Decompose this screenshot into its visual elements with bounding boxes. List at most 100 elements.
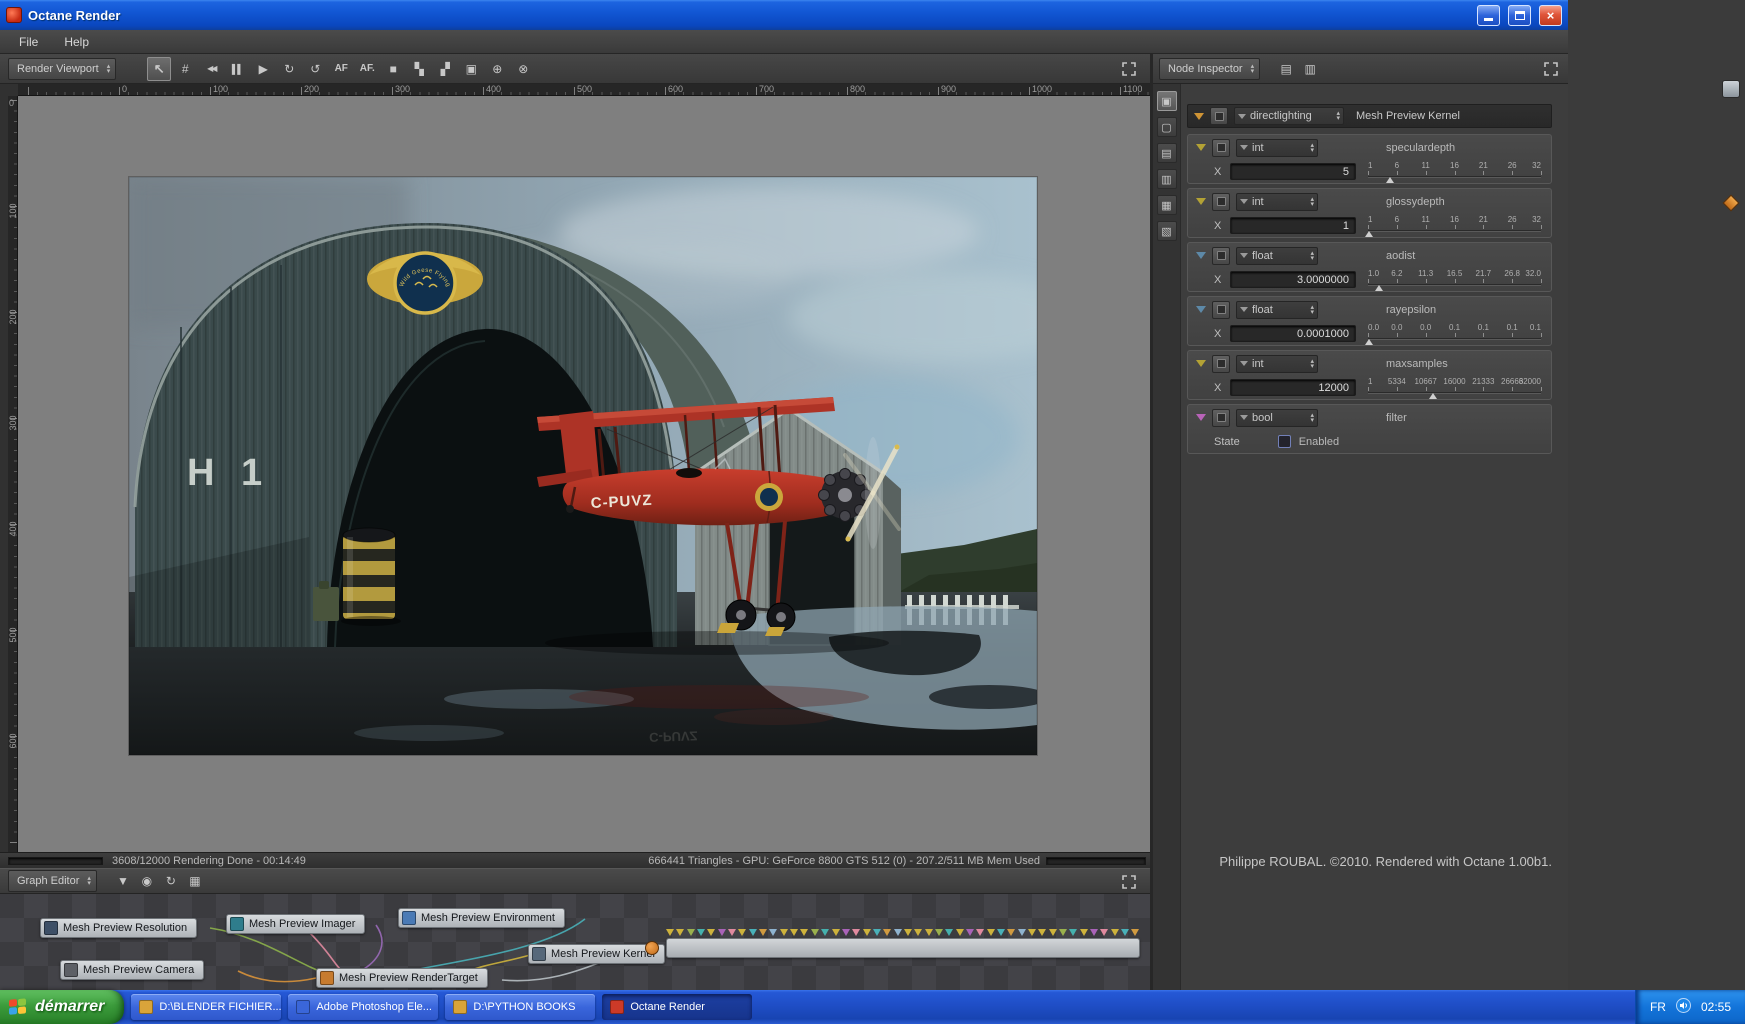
node-pin-icon[interactable] [1121,929,1130,936]
node-inspector-select[interactable]: Node Inspector ▴ ▾ [1159,57,1261,80]
node-pin-icon[interactable] [769,929,778,936]
node-pin-icon[interactable] [903,929,912,936]
orbit-camera-icon[interactable]: ↺ [303,57,327,81]
pin-icon[interactable] [1196,414,1206,421]
pin-icon[interactable] [1196,252,1206,259]
node-pin-icon[interactable] [883,929,892,936]
node-pin-icon[interactable] [1090,929,1099,936]
node-pin-icon[interactable] [748,929,757,936]
node-pin-icon[interactable] [955,929,964,936]
value-slider[interactable]: 1 6 11 16 21 26 32 [1364,214,1542,237]
node-pin-icon[interactable] [1017,929,1026,936]
value-field[interactable]: 12000 [1230,379,1356,396]
node-pin-icon[interactable] [1059,929,1068,936]
node-pin-icon[interactable] [1131,929,1140,936]
node-pin-icon[interactable] [1038,929,1047,936]
fullscreen-icon[interactable] [1118,871,1140,893]
node-pin-icon[interactable] [893,929,902,936]
node-pin-icon[interactable] [1100,929,1109,936]
taskbar-task-python-books[interactable]: D:\PYTHON BOOKS [445,994,596,1020]
node-pin-icon[interactable] [976,929,985,936]
param-node-icon[interactable] [1212,246,1230,265]
node-pin-icon[interactable] [759,929,768,936]
node-pin-icon[interactable] [986,929,995,936]
maximize-button[interactable] [1508,4,1531,26]
minimize-button[interactable] [1477,4,1500,26]
node-pin-icon[interactable] [914,929,923,936]
desktop-shortcut-icon[interactable] [1722,194,1740,212]
node-pin-icon[interactable] [800,929,809,936]
graph-node[interactable]: Mesh Preview Environment [398,908,565,928]
expand-tree-icon[interactable]: ▤ [1275,58,1297,80]
param-node-icon[interactable] [1212,192,1230,211]
film-settings-icon[interactable]: ▥ [1156,169,1177,189]
param-type-select[interactable]: bool ▴ ▾ [1236,408,1318,427]
language-indicator[interactable]: FR [1650,1000,1666,1014]
node-pin-icon[interactable] [841,929,850,936]
node-pin-icon[interactable] [934,929,943,936]
param-node-icon[interactable] [1212,354,1230,373]
param-node-icon[interactable] [1212,408,1230,427]
clock[interactable]: 02:55 [1701,1000,1731,1014]
imager-icon[interactable]: ▧ [1156,221,1177,241]
slider-thumb[interactable] [1364,339,1373,345]
render-viewport-canvas[interactable]: H 1 Wild Geese Flying Circus [18,96,1150,852]
value-slider[interactable]: 1.0 6.2 11.3 16.5 21.7 26.8 32.0 [1368,268,1542,291]
node-pin-icon[interactable] [1007,929,1016,936]
environment-icon[interactable]: ▦ [1156,195,1177,215]
pin-icon[interactable] [1196,198,1206,205]
node-pin-icon[interactable] [676,929,685,936]
autofocus-icon[interactable]: AF [329,57,353,81]
camera-icon[interactable]: ▢ [1156,117,1177,137]
param-node-icon[interactable] [1212,138,1230,157]
graph-node[interactable]: Mesh Preview Resolution [40,918,198,938]
region-grid-icon[interactable]: # [173,57,197,81]
param-type-select[interactable]: int ▴ ▾ [1236,138,1318,157]
node-pin-icon[interactable] [717,929,726,936]
param-type-select[interactable]: float ▴ ▾ [1236,246,1318,265]
graph-node[interactable]: Mesh Preview RenderTarget [316,968,488,988]
kernel-type-select[interactable]: directlighting ▴ ▾ [1234,107,1344,125]
value-field[interactable]: 3.0000000 [1230,271,1356,288]
taskbar-task-blender[interactable]: D:\BLENDER FICHIER... [131,994,282,1020]
param-type-select[interactable]: int ▴ ▾ [1236,354,1318,373]
pin-icon[interactable] [1196,360,1206,367]
node-pin-icon[interactable] [862,929,871,936]
node-pin-icon[interactable] [686,929,695,936]
relayout-graph-icon[interactable]: ↻ [160,870,182,892]
split-view-icon[interactable]: ▞ [433,57,457,81]
node-pin-icon[interactable] [1069,929,1078,936]
refresh-render-icon[interactable]: ↻ [277,57,301,81]
node-pin-icon[interactable] [810,929,819,936]
param-type-select[interactable]: float ▴ ▾ [1236,300,1318,319]
save-image-icon[interactable]: ▣ [459,57,483,81]
slider-thumb[interactable] [1428,393,1437,399]
node-pin-icon[interactable] [738,929,747,936]
node-pin-bar[interactable] [666,938,1140,958]
pause-render-icon[interactable]: ▌▌ [225,57,249,81]
value-slider[interactable]: 1 5334 10667 16000 21333 26666 32000 [1368,376,1542,399]
render-target-output-pin[interactable] [645,941,659,955]
param-node-icon[interactable] [1212,300,1230,319]
pointer-tool-icon[interactable]: ↖ [147,56,172,81]
title-bar[interactable]: Octane Render × [0,0,1568,30]
save-preset-icon[interactable]: ▥ [1299,58,1321,80]
node-pin-icon[interactable] [666,929,674,936]
node-pin-icon[interactable] [872,929,881,936]
render-target-icon[interactable]: ▣ [1156,91,1177,111]
taskbar-task-photoshop[interactable]: Adobe Photoshop Ele... [288,994,439,1020]
node-palette-icon[interactable]: ◉ [136,870,158,892]
desktop-shortcut-icon[interactable] [1722,80,1740,98]
restart-render-icon[interactable]: ◀◀ [199,57,223,81]
node-pin-icon[interactable] [965,929,974,936]
enabled-checkbox[interactable] [1277,435,1291,448]
node-pin-icon[interactable] [1048,929,1057,936]
node-pin-icon[interactable] [790,929,799,936]
node-pin-icon[interactable] [1028,929,1037,936]
close-button[interactable]: × [1539,4,1562,26]
node-pin-icon[interactable] [1110,929,1119,936]
value-slider[interactable]: 1 6 11 16 21 26 32 [1368,160,1542,183]
value-field[interactable]: 5 [1230,163,1356,180]
node-pin-icon[interactable] [821,929,830,936]
start-button[interactable]: démarrer [0,990,125,1024]
